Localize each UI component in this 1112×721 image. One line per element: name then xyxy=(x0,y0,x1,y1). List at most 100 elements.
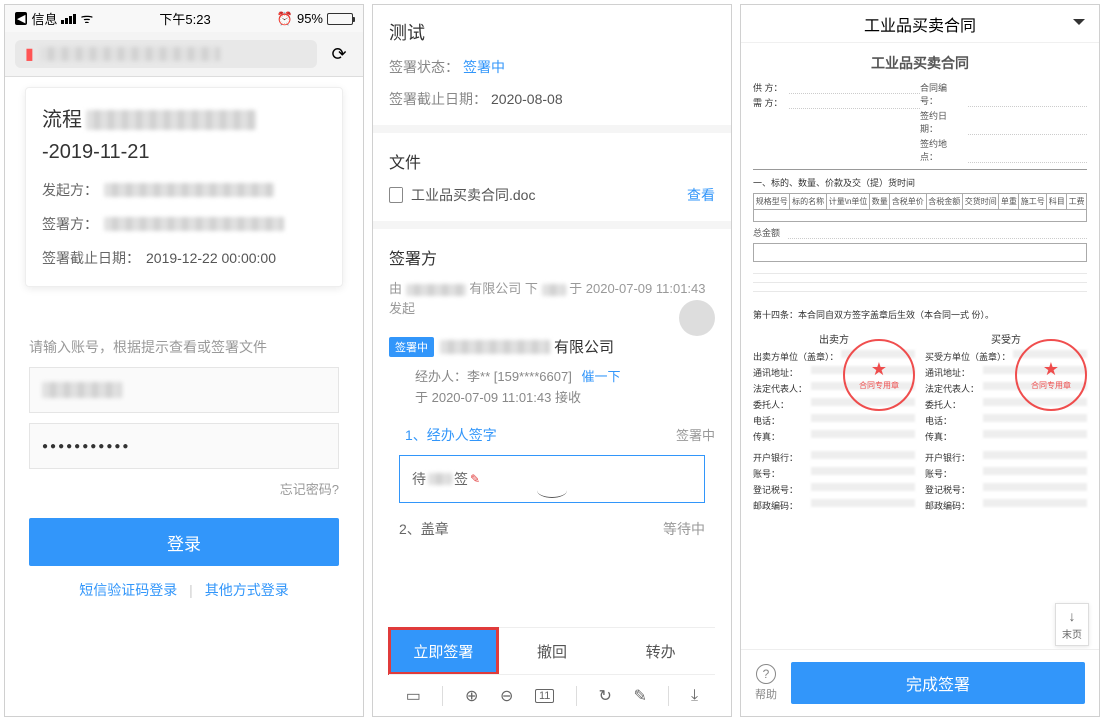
login-panel: ◀ 信息 ᯤ 下午5:23 ⏰ 95% ▮ ⟳ 流程 -2019-11-21 发… xyxy=(4,4,364,717)
th: 含税金额 xyxy=(926,194,962,210)
rotate-icon[interactable]: ↻ xyxy=(599,686,612,706)
status-bar: ◀ 信息 ᯤ 下午5:23 ⏰ 95% xyxy=(5,5,363,32)
doc-header-grid: 供 方： 需 方： 合同编号： 签约日期： 签约地点： xyxy=(753,79,1087,170)
from-mid: 有限公司 下 xyxy=(469,281,538,296)
flow-title: 流程 -2019-11-21 xyxy=(42,106,326,166)
forgot-password-link[interactable]: 忘记密码? xyxy=(29,479,339,498)
clause-14: 第十四条：本合同自双方签字盖章后生效（本合同一式 份）。 xyxy=(753,308,1087,321)
section1-title: 一、标的、数量、价款及交（提）货时间 xyxy=(753,176,1087,189)
seller-postcode-val xyxy=(811,499,915,507)
url-input[interactable]: ▮ xyxy=(15,40,317,68)
file-section-title: 文件 xyxy=(389,149,715,173)
originator-redacted xyxy=(104,183,274,197)
toolbar: ▭ ⊕ ⊖ 11 ↻ ✎ ⤓ xyxy=(389,674,715,716)
flow-title-suffix: -2019-11-21 xyxy=(42,138,149,166)
other-login-link[interactable]: 其他方式登录 xyxy=(205,582,289,598)
seal-section: 出卖方 出卖方单位（盖章）： 通讯地址： 法定代表人： 委托人： 电话： 传真：… xyxy=(753,331,1087,515)
handler-info: 经办人：李** [159****6607] 催一下 于 2020-07-09 1… xyxy=(415,367,715,409)
company-name: 有限公司 xyxy=(440,336,614,357)
help-icon: ? xyxy=(756,664,776,684)
flow-title-prefix: 流程 xyxy=(42,106,82,134)
th: 工费 xyxy=(1067,194,1087,210)
total-value xyxy=(788,226,1087,239)
th: 交货时间 xyxy=(963,194,999,210)
view-file-link[interactable]: 查看 xyxy=(687,185,715,205)
seal-text: 合同专用章 xyxy=(1031,380,1071,391)
finish-sign-button[interactable]: 完成签署 xyxy=(791,662,1085,704)
dropdown-icon[interactable] xyxy=(1073,19,1085,31)
deadline-label: 签署截止日期： xyxy=(42,248,140,268)
buyer-seal: ★ 合同专用章 xyxy=(1015,339,1087,411)
page-number[interactable]: 11 xyxy=(535,689,554,703)
sign-suffix: 签 xyxy=(454,469,468,489)
detail-title: 测试 xyxy=(389,19,715,45)
help-label: 帮助 xyxy=(755,686,777,702)
account-input[interactable] xyxy=(29,367,339,413)
section-divider xyxy=(373,125,731,133)
login-button[interactable]: 登录 xyxy=(29,518,339,566)
action-bar: 立即签署 撤回 转办 xyxy=(389,627,715,674)
refresh-button[interactable]: ⟳ xyxy=(325,40,353,68)
divider xyxy=(668,686,669,706)
sign-deadline-label: 签署截止日期： xyxy=(389,91,487,107)
originator-row: 发起方： xyxy=(42,180,326,200)
page-end-label: 末页 xyxy=(1062,626,1082,641)
th: 单重 xyxy=(999,194,1019,210)
sms-login-link[interactable]: 短信验证码登录 xyxy=(79,582,177,598)
signer-label: 签署方： xyxy=(42,214,98,234)
sign-now-button[interactable]: 立即签署 xyxy=(389,628,498,674)
seller-taxid-val xyxy=(811,483,915,491)
thumbnail-icon[interactable]: ▭ xyxy=(406,686,421,706)
th: 规格型号 xyxy=(754,194,790,210)
download-arrow-icon: ↓ xyxy=(1069,608,1076,624)
buyer-phone-val xyxy=(983,414,1087,422)
login-hint: 请输入账号，根据提示查看或签署文件 xyxy=(29,337,339,357)
avatar xyxy=(679,300,715,336)
arc-decoration xyxy=(537,483,567,498)
buyer-taxid-label: 登记税号： xyxy=(925,483,981,496)
company-suffix: 有限公司 xyxy=(554,336,614,357)
zoom-in-icon[interactable]: ⊕ xyxy=(465,686,478,706)
back-indicator-icon: ◀ xyxy=(15,12,27,25)
alarm-icon: ⏰ xyxy=(277,11,293,27)
download-icon[interactable]: ⤓ xyxy=(691,687,698,705)
seller-phone-label: 电话： xyxy=(753,414,809,427)
doc-body: 工业品买卖合同 供 方： 需 方： 合同编号： 签约日期： 签约地点： 一、标的… xyxy=(741,43,1099,515)
revoke-button[interactable]: 撤回 xyxy=(498,628,607,674)
buyer-address-label: 通讯地址： xyxy=(925,366,981,379)
sign-date-label: 签约日期： xyxy=(920,109,964,135)
document-panel: 工业品买卖合同 工业品买卖合同 供 方： 需 方： 合同编号： 签约日期： 签约… xyxy=(740,4,1100,717)
seller-agent-label: 委托人： xyxy=(753,398,809,411)
seller-postcode-label: 邮政编码： xyxy=(753,499,809,512)
seller-fax-val xyxy=(811,430,915,438)
forward-button[interactable]: 转办 xyxy=(606,628,715,674)
edit-icon[interactable]: ✎ xyxy=(633,686,646,706)
help-button[interactable]: ? 帮助 xyxy=(755,664,777,702)
seller-account-val xyxy=(811,467,915,475)
seller-unit-label: 出卖方单位（盖章）： xyxy=(753,350,839,363)
step1-status: 签署中 xyxy=(676,425,715,444)
seller-bank-val xyxy=(811,451,915,459)
originator-label: 发起方： xyxy=(42,180,98,200)
step2-label: 2、盖章 xyxy=(399,519,449,539)
page-end-button[interactable]: ↓ 末页 xyxy=(1055,603,1089,646)
buyer-account-label: 账号： xyxy=(925,467,981,480)
seller-taxid-label: 登记税号： xyxy=(753,483,809,496)
sign-prefix: 待 xyxy=(412,469,426,489)
contract-no-value xyxy=(968,81,1087,107)
seller-seal: ★ 合同专用章 xyxy=(843,339,915,411)
th: 含税单价 xyxy=(890,194,926,210)
th: 施工号 xyxy=(1019,194,1047,210)
remind-link[interactable]: 催一下 xyxy=(581,369,620,384)
buyer-taxid-val xyxy=(983,483,1087,491)
step2-status: 等待中 xyxy=(663,519,705,539)
buyer-postcode-label: 邮政编码： xyxy=(925,499,981,512)
signature-box[interactable]: 待 签 ✎ xyxy=(399,455,705,503)
buyer-unit-label: 买受方单位（盖章）： xyxy=(925,350,1011,363)
pen-icon: ✎ xyxy=(470,472,480,486)
password-input[interactable]: ●●●●●●●●●●● xyxy=(29,423,339,469)
company-row: 签署中 有限公司 xyxy=(389,336,715,357)
zoom-out-icon[interactable]: ⊖ xyxy=(500,686,513,706)
doc-header: 工业品买卖合同 xyxy=(741,5,1099,43)
flow-title-redacted xyxy=(86,110,256,130)
